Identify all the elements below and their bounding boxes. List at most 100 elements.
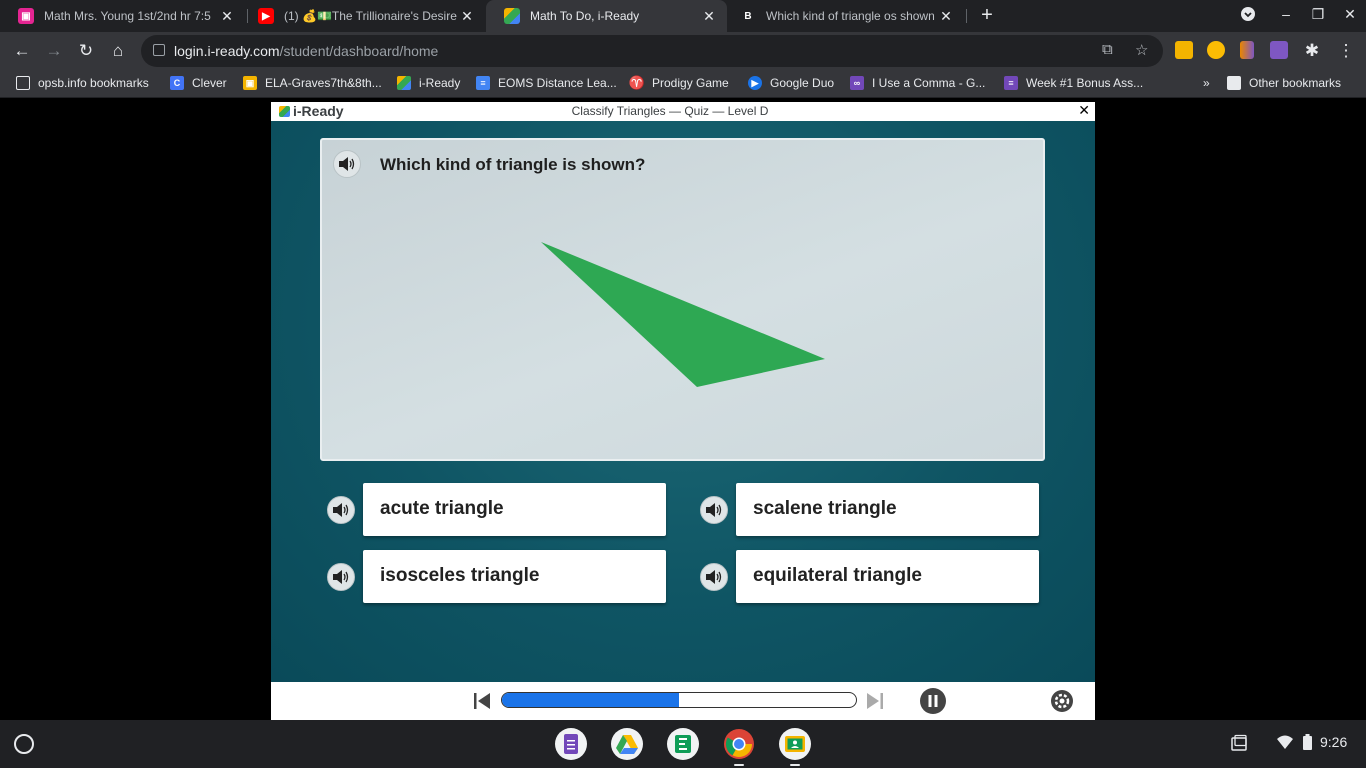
speaker-icon [333, 570, 349, 584]
new-tab-button[interactable]: + [976, 4, 998, 26]
url-text[interactable]: login.i-ready.com/student/dashboard/home [174, 43, 438, 59]
answer-acute-triangle[interactable]: acute triangle [363, 483, 666, 536]
progress-bar[interactable] [501, 692, 857, 708]
folder-icon [16, 76, 30, 90]
google-classroom-icon[interactable] [779, 728, 811, 760]
forward-button[interactable]: → [42, 39, 66, 63]
tab-title: (1) 💰💵The Trillionaire's Desire [284, 9, 457, 23]
tote-icon[interactable] [1230, 734, 1248, 755]
answer-audio-button-isosceles[interactable] [327, 563, 355, 591]
tab-title: Which kind of triangle os shown [766, 9, 935, 23]
skip-back-button[interactable] [472, 691, 492, 716]
tab-youtube[interactable]: ▶ (1) 💰💵The Trillionaire's Desire ✕ [240, 0, 485, 32]
chrome-icon[interactable] [723, 728, 755, 760]
answer-scalene-triangle[interactable]: scalene triangle [736, 483, 1039, 536]
minimize-button[interactable]: – [1276, 6, 1296, 22]
bookmark-eoms[interactable]: ≡ EOMS Distance Lea... [476, 76, 617, 90]
chrome-running-indicator [734, 764, 744, 766]
other-bookmarks[interactable]: Other bookmarks [1227, 76, 1341, 90]
answer-audio-button-equilateral[interactable] [700, 563, 728, 591]
bookmark-week1[interactable]: ≡ Week #1 Bonus Ass... [1004, 76, 1143, 90]
site-info-icon[interactable] [153, 44, 165, 56]
speaker-icon [333, 503, 349, 517]
wifi-icon[interactable] [1276, 734, 1294, 753]
pause-icon [920, 688, 946, 714]
lesson-header: i-Ready Classify Triangles — Quiz — Leve… [271, 102, 1095, 121]
close-window-button[interactable]: ✕ [1340, 6, 1360, 23]
launcher-icon[interactable] [14, 734, 34, 754]
back-button[interactable]: ← [10, 39, 34, 63]
classroom-icon: ▣ [18, 8, 34, 24]
bookmark-duo[interactable]: ▶ Google Duo [748, 76, 834, 90]
answer-audio-button-acute[interactable] [327, 496, 355, 524]
tab-classroom[interactable]: ▣ Math Mrs. Young 1st/2nd hr 7:5 ✕ [0, 0, 245, 32]
restore-button[interactable]: ❐ [1308, 6, 1328, 23]
skip-forward-icon [867, 693, 883, 709]
close-icon[interactable]: ✕ [701, 8, 717, 25]
google-forms-icon[interactable] [555, 728, 587, 760]
classroom-extension-icon[interactable] [1175, 41, 1193, 59]
triangle-shape [541, 242, 825, 387]
settings-button[interactable] [1050, 689, 1074, 718]
skip-forward-button[interactable] [865, 691, 885, 716]
answer-equilateral-triangle[interactable]: equilateral triangle [736, 550, 1039, 603]
google-classroom-green-icon[interactable] [667, 728, 699, 760]
tab-iready[interactable]: Math To Do, i-Ready ✕ [486, 0, 727, 32]
close-icon[interactable]: ✕ [219, 8, 235, 25]
google-drive-icon[interactable] [611, 728, 643, 760]
close-icon[interactable]: ✕ [938, 8, 954, 25]
address-bar[interactable]: login.i-ready.com/student/dashboard/home… [141, 35, 1163, 67]
lesson-stage: Which kind of triangle is shown? acute t… [271, 121, 1095, 682]
open-in-app-icon[interactable]: ⧉ [1102, 41, 1113, 58]
clever-icon: C [170, 76, 184, 90]
answer-audio-button-scalene[interactable] [700, 496, 728, 524]
playback-controls [271, 682, 1095, 720]
iready-icon [504, 8, 520, 24]
close-icon[interactable]: ✕ [459, 8, 475, 25]
browser-toolbar: ← → ↻ ⌂ login.i-ready.com/student/dashbo… [0, 32, 1366, 70]
home-button[interactable]: ⌂ [106, 39, 130, 63]
menu-kebab-icon[interactable]: ⋮ [1334, 39, 1358, 63]
extension-on-icon[interactable] [1207, 41, 1225, 59]
bookmarks-more-chevron-icon[interactable]: » [1203, 76, 1210, 90]
speaker-icon [706, 570, 722, 584]
tab-search-icon[interactable] [1238, 6, 1258, 25]
tab-brainly[interactable]: B Which kind of triangle os shown ✕ [722, 0, 964, 32]
close-lesson-button[interactable]: ✕ [1078, 102, 1090, 119]
classroom-icon: ▣ [243, 76, 257, 90]
youtube-icon: ▶ [258, 8, 274, 24]
tab-title: Math Mrs. Young 1st/2nd hr 7:5 [44, 9, 211, 23]
bookmark-ela[interactable]: ▣ ELA-Graves7th&8th... [243, 76, 382, 90]
question-card: Which kind of triangle is shown? [320, 138, 1045, 461]
comma-icon: ∞ [850, 76, 864, 90]
folder-icon [1227, 76, 1241, 90]
lesson-title: Classify Triangles — Quiz — Level D [571, 104, 769, 118]
answer-isosceles-triangle[interactable]: isosceles triangle [363, 550, 666, 603]
gear-icon [1051, 690, 1073, 712]
brainly-icon: B [740, 8, 756, 24]
extension-orange-icon[interactable] [1240, 41, 1254, 59]
bookmark-opsb[interactable]: opsb.info bookmarks [16, 76, 149, 90]
battery-icon[interactable] [1303, 734, 1312, 753]
clock[interactable]: 9:26 [1320, 734, 1347, 750]
skip-back-icon [474, 693, 490, 709]
reload-button[interactable]: ↻ [74, 39, 98, 63]
bookmark-iready[interactable]: i-Ready [397, 76, 460, 90]
classroom-running-indicator [790, 764, 800, 766]
bookmark-prodigy[interactable]: ♈ Prodigy Game [628, 75, 729, 90]
extension-purple-icon[interactable] [1270, 41, 1288, 59]
triangle-figure [541, 242, 825, 387]
tab-title: Math To Do, i-Ready [530, 9, 640, 23]
bookmark-clever[interactable]: C Clever [170, 76, 227, 90]
forms-icon: ≡ [1004, 76, 1018, 90]
bookmark-star-icon[interactable]: ☆ [1135, 41, 1148, 59]
os-shelf: 9:26 [0, 720, 1366, 768]
prodigy-icon: ♈ [628, 75, 646, 90]
duo-icon: ▶ [748, 76, 762, 90]
pause-button[interactable] [920, 688, 946, 719]
bookmark-comma[interactable]: ∞ I Use a Comma - G... [850, 76, 985, 90]
speaker-icon [706, 503, 722, 517]
extensions-puzzle-icon[interactable]: ✱ [1300, 39, 1324, 63]
progress-fill [502, 693, 679, 707]
tab-strip: ▣ Math Mrs. Young 1st/2nd hr 7:5 ✕ ▶ (1)… [0, 0, 1366, 32]
